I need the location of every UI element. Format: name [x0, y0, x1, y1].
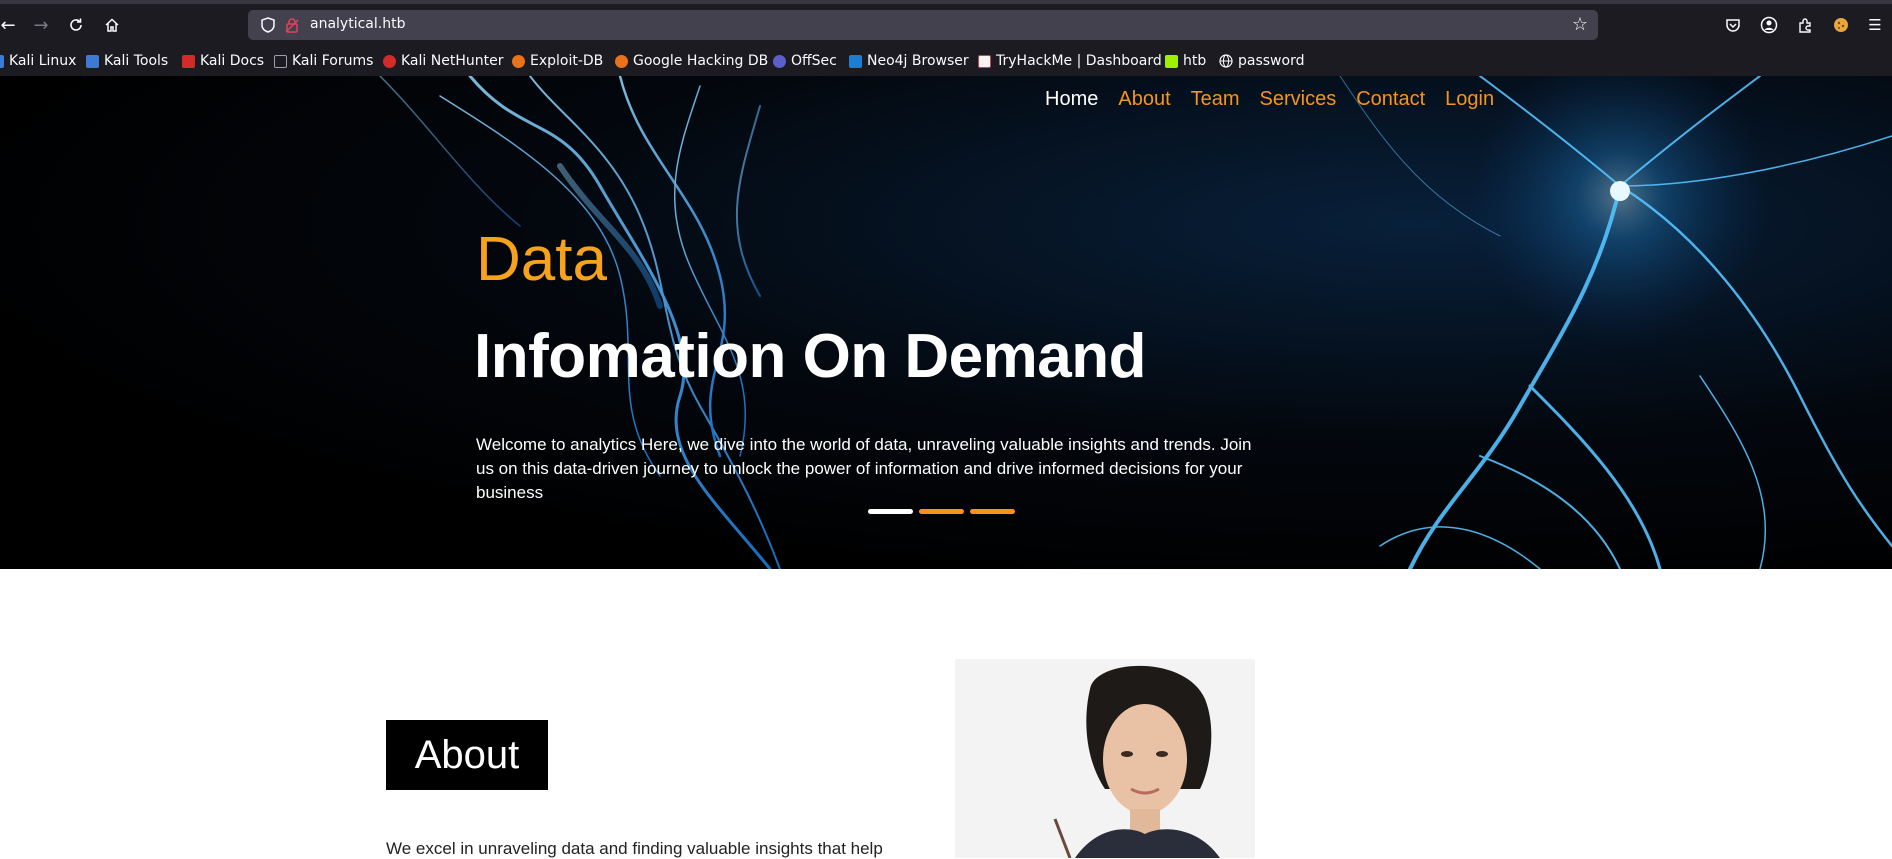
back-button[interactable]: ←: [0, 11, 22, 39]
carousel-indicator[interactable]: [919, 509, 964, 514]
hero-section: Home About Team Services Contact Login D…: [0, 76, 1892, 569]
kali-nethunter-icon: [383, 54, 396, 68]
bookmark-label: Kali Forums: [292, 53, 374, 69]
carousel-indicator[interactable]: [970, 509, 1015, 514]
nav-login-link[interactable]: Login: [1445, 88, 1494, 111]
site-nav: Home About Team Services Contact Login: [1045, 88, 1494, 111]
carousel-indicator[interactable]: [868, 509, 913, 514]
bookmark-label: OffSec: [791, 53, 837, 69]
bookmark-label: htb: [1183, 53, 1207, 69]
about-photo: [955, 659, 1255, 858]
shield-icon[interactable]: [258, 15, 278, 35]
bookmark-label: Kali Linux: [9, 53, 77, 69]
pocket-icon[interactable]: [1722, 14, 1744, 36]
home-icon: [105, 18, 119, 32]
forward-button[interactable]: →: [27, 11, 55, 39]
person-portrait-image: [955, 659, 1255, 858]
carousel-indicators: [868, 509, 1015, 514]
bookmark-password[interactable]: password: [1219, 51, 1304, 71]
bookmark-kali-linux[interactable]: Kali Linux: [0, 51, 76, 71]
nav-services-link[interactable]: Services: [1260, 88, 1337, 111]
bookmark-label: Kali Tools: [104, 53, 169, 69]
bookmark-kali-docs[interactable]: Kali Docs: [182, 51, 264, 71]
offsec-icon: [773, 54, 786, 68]
tryhackme-icon: [978, 54, 991, 68]
menu-icon[interactable]: ☰: [1864, 14, 1886, 36]
bookmark-label: Kali NetHunter: [401, 53, 504, 69]
cookie-extension-icon[interactable]: [1830, 14, 1852, 36]
bookmark-label: password: [1238, 53, 1305, 69]
bookmark-star-icon[interactable]: ☆: [1572, 14, 1588, 35]
bookmark-neo4j-browser[interactable]: Neo4j Browser: [849, 51, 969, 71]
about-text: We excel in unraveling data and finding …: [386, 839, 883, 858]
nav-contact-link[interactable]: Contact: [1356, 88, 1425, 111]
bookmark-exploit-db[interactable]: Exploit-DB: [512, 51, 603, 71]
bookmark-label: Neo4j Browser: [867, 53, 969, 69]
bookmark-label: Google Hacking DB: [633, 53, 769, 69]
about-section: About We excel in unraveling data and fi…: [0, 569, 1892, 858]
bookmark-htb[interactable]: htb: [1165, 51, 1206, 71]
globe-icon: [1219, 54, 1233, 68]
bookmark-kali-nethunter[interactable]: Kali NetHunter: [383, 51, 503, 71]
nav-team-link[interactable]: Team: [1191, 88, 1240, 111]
google-hacking-db-icon: [615, 54, 628, 68]
url-bar[interactable]: analytical.htb ☆: [248, 10, 1598, 40]
kali-forums-icon: [274, 54, 287, 68]
home-button[interactable]: [98, 11, 126, 39]
browser-chrome: ← → analytical.htb ☆ ☰ Kali Linux Kali T…: [0, 0, 1892, 76]
bookmark-kali-tools[interactable]: Kali Tools: [86, 51, 168, 71]
reload-icon: [70, 18, 82, 31]
nav-home-link[interactable]: Home: [1045, 88, 1098, 111]
nav-about-link[interactable]: About: [1118, 88, 1170, 111]
hero-description: Welcome to analytics Here, we dive into …: [476, 435, 1252, 502]
kali-linux-icon: [0, 54, 4, 68]
bookmarks-toolbar: Kali Linux Kali Tools Kali Docs Kali For…: [0, 46, 1892, 76]
lock-icon[interactable]: [282, 15, 302, 35]
hero-title: Infomation On Demand: [474, 322, 1147, 391]
bookmark-offsec[interactable]: OffSec: [773, 51, 837, 71]
htb-cube-icon: [1165, 54, 1178, 68]
bookmark-kali-forums[interactable]: Kali Forums: [274, 51, 373, 71]
extensions-icon[interactable]: [1794, 14, 1816, 36]
kali-docs-icon: [182, 54, 195, 68]
account-icon[interactable]: [1758, 14, 1780, 36]
about-heading: About: [386, 720, 548, 790]
exploit-db-icon: [512, 54, 525, 68]
bookmark-label: TryHackMe | Dashboard: [996, 53, 1162, 69]
neo4j-browser-icon: [849, 54, 862, 68]
hero-kicker: Data: [476, 225, 607, 294]
bookmark-google-hacking-db[interactable]: Google Hacking DB: [615, 51, 768, 71]
browser-toolbar: ← → analytical.htb ☆ ☰: [0, 4, 1892, 46]
url-text[interactable]: analytical.htb: [310, 16, 405, 32]
bookmark-tryhackme[interactable]: TryHackMe | Dashboard: [978, 51, 1162, 71]
bookmark-label: Exploit-DB: [530, 53, 604, 69]
bookmark-label: Kali Docs: [200, 53, 265, 69]
kali-tools-icon: [86, 54, 99, 68]
reload-button[interactable]: [62, 11, 90, 39]
